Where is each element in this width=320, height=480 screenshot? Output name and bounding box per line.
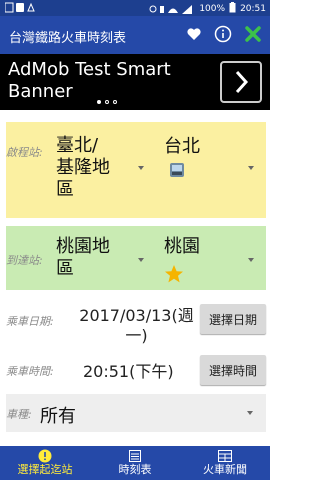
dropdown-arrow-icon: [247, 411, 253, 415]
departure-panel: 啟程站: 臺北/ 基隆地 區 台北: [6, 122, 266, 218]
arrival-station: 桃園: [164, 236, 200, 257]
status-bar: 100% 20:51: [0, 0, 270, 16]
select-date-button[interactable]: 選擇日期: [200, 304, 266, 334]
notification-icons: [4, 2, 35, 16]
departure-area-line-3: 區: [56, 179, 74, 200]
arrival-panel: 到達站: 桃園地 區 桃園: [6, 226, 266, 290]
info-icon[interactable]: [214, 25, 232, 43]
ad-text: AdMob Test Smart Banner: [8, 59, 208, 103]
app-bar: 台灣鐵路火車時刻表: [0, 16, 270, 54]
departure-area-line-2: 基隆地: [56, 157, 110, 178]
heart-icon[interactable]: [186, 26, 202, 42]
arrival-station-select[interactable]: 桃園: [164, 236, 200, 258]
departure-station: 台北: [164, 136, 200, 157]
arrival-area-select[interactable]: 桃園地 區: [56, 236, 110, 280]
tab-label: 選擇起迄站: [17, 463, 73, 476]
arrival-label: 到達站:: [6, 254, 43, 267]
chevron-right-icon: [235, 70, 249, 94]
tab-timetable[interactable]: 時刻表: [90, 446, 180, 480]
dropdown-arrow-icon: [138, 166, 144, 170]
ad-banner[interactable]: AdMob Test Smart Banner: [0, 54, 270, 110]
tab-label: 時刻表: [118, 463, 152, 476]
ad-arrow-button[interactable]: [220, 61, 262, 103]
train-type-label: 車種:: [6, 408, 32, 421]
departure-station-select[interactable]: 台北: [164, 136, 200, 158]
arrival-area-line-2: 區: [56, 258, 74, 279]
departure-area-line-1: 臺北/: [56, 135, 99, 156]
system-icons: [149, 4, 193, 14]
tab-label: 火車新聞: [203, 463, 247, 476]
time-label: 乘車時間:: [6, 365, 54, 378]
train-type-value: 所有: [40, 406, 76, 427]
bottom-navigation: 選擇起迄站 時刻表 火車新聞: [0, 446, 270, 480]
pager-dot: [97, 100, 101, 104]
arrival-area-line-1: 桃園地: [56, 236, 110, 257]
date-label: 乘車日期:: [6, 315, 54, 328]
date-value-line-2: 一): [125, 326, 148, 345]
train-icon: [170, 163, 184, 177]
dropdown-arrow-icon: [248, 258, 254, 262]
pager-dot: [105, 100, 109, 104]
departure-area-select[interactable]: 臺北/ 基隆地 區: [56, 135, 110, 201]
date-value: 2017/03/13(週 一): [74, 306, 199, 346]
tab-train-news[interactable]: 火車新聞: [180, 446, 270, 480]
battery-level: 100%: [199, 4, 226, 14]
close-icon[interactable]: [244, 25, 262, 43]
date-value-line-1: 2017/03/13(週: [79, 306, 194, 325]
ad-line-1: AdMob Test Smart: [8, 59, 171, 80]
pager-dot: [113, 100, 117, 104]
dropdown-arrow-icon: [138, 258, 144, 262]
battery-icon: [229, 2, 236, 16]
select-time-button[interactable]: 選擇時間: [200, 355, 266, 385]
clock: 20:51: [240, 4, 266, 14]
app-title: 台灣鐵路火車時刻表: [9, 31, 127, 46]
departure-label: 啟程站:: [6, 146, 43, 159]
train-type-select[interactable]: 車種: 所有: [6, 394, 266, 432]
notification-icon-group: [4, 2, 35, 13]
star-icon: [165, 265, 183, 283]
time-value: 20:51(下午): [83, 362, 174, 381]
tab-select-stations[interactable]: 選擇起迄站: [0, 446, 90, 480]
dropdown-arrow-icon: [248, 166, 254, 170]
